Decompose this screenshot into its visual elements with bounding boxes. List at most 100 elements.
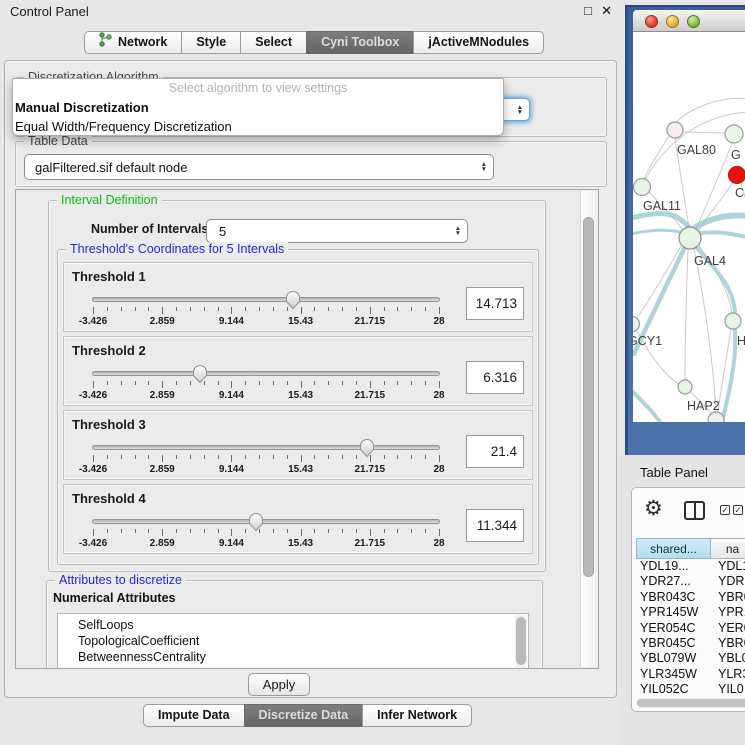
tick-mark [370, 381, 371, 388]
network-edge-highlighted[interactable] [691, 215, 745, 230]
cell-name: YPR1 [711, 605, 745, 620]
table-data-select[interactable]: galFiltered.sif default node ▲▼ [24, 154, 494, 180]
node-label: GAL4 [694, 254, 726, 268]
network-edge-highlighted[interactable] [633, 390, 660, 422]
table-row[interactable]: YDL19...YDL1 [636, 559, 745, 574]
network-node[interactable] [678, 380, 692, 394]
threshold-slider[interactable]: -3.4262.8599.14415.4321.71528 [92, 437, 440, 479]
combo-stepper-icon: ▲▼ [455, 226, 461, 236]
zoom-traffic-light-icon[interactable] [687, 15, 700, 28]
threshold-slider[interactable]: -3.4262.8599.14415.4321.71528 [92, 511, 440, 553]
threshold-value-field[interactable]: 6.316 [466, 361, 524, 394]
attribute-list-item[interactable]: TopologicalCoefficient [58, 633, 528, 649]
close-icon[interactable]: ✕ [601, 3, 612, 19]
threshold-value-field[interactable]: 14.713 [466, 287, 524, 320]
tick-mark [162, 307, 163, 314]
network-icon [99, 32, 112, 47]
table-row[interactable]: YIL052CYIL0 [636, 682, 745, 694]
tick-label: -3.426 [79, 316, 107, 327]
numerical-attributes-list[interactable]: SelfLoopsTopologicalCoefficientBetweenne… [57, 613, 529, 669]
tab-label: Select [255, 32, 292, 53]
apply-button[interactable]: Apply [248, 673, 310, 696]
network-node[interactable] [729, 167, 745, 184]
network-canvas[interactable]: GAL80GCGAL11GAL4GCY1HHAP2 [633, 32, 745, 422]
tick-mark [259, 529, 260, 533]
network-edge[interactable] [675, 98, 745, 123]
table-row[interactable]: YBR045CYBR0 [636, 636, 745, 651]
tick-mark [245, 381, 246, 385]
tick-mark [342, 529, 343, 533]
network-edge[interactable] [694, 249, 716, 412]
algorithm-option[interactable]: Manual Discretization [13, 98, 503, 117]
table-row[interactable]: YLR345WYLR3 [636, 667, 745, 682]
settings-vertical-scrollbar[interactable] [580, 191, 597, 667]
tick-mark [411, 381, 412, 385]
table-row[interactable]: YDR27...YDR2 [636, 574, 745, 589]
threshold-value-field[interactable]: 11.344 [466, 509, 524, 542]
tab-jactivemnodules[interactable]: jActiveMNodules [413, 31, 544, 54]
tick-mark [273, 455, 274, 459]
slider-track[interactable] [92, 519, 440, 524]
tab-cyni-toolbox[interactable]: Cyni Toolbox [306, 31, 414, 54]
network-node[interactable] [667, 122, 683, 138]
table-row[interactable]: YER054CYER0 [636, 621, 745, 636]
cell-shared-name: YPR145W [636, 605, 711, 620]
tick-label: 21.715 [355, 464, 386, 475]
network-node[interactable] [725, 125, 743, 143]
gear-icon[interactable]: ⚙ [644, 496, 663, 521]
network-edge[interactable] [644, 136, 669, 179]
slider-track[interactable] [92, 371, 440, 376]
table-row[interactable]: YBL079WYBL0 [636, 651, 745, 666]
table-data-selected-value: galFiltered.sif default node [35, 155, 187, 179]
control-panel-titlebar: Control Panel □ ✕ [0, 0, 620, 24]
attribute-list-item[interactable]: BetweennessCentrality [58, 649, 528, 665]
network-node[interactable] [725, 313, 741, 329]
threshold-value-field[interactable]: 21.4 [466, 435, 524, 468]
network-node[interactable] [634, 179, 651, 196]
tab-discretize-data[interactable]: Discretize Data [244, 704, 364, 727]
column-header-shared-name[interactable]: shared... [636, 538, 711, 559]
columns-icon[interactable] [684, 501, 705, 520]
network-edge[interactable] [636, 246, 681, 319]
tick-mark [287, 455, 288, 459]
threshold-slider[interactable]: -3.4262.8599.14415.4321.71528 [92, 363, 440, 405]
tick-mark [93, 381, 94, 388]
cell-name: YBL0 [711, 651, 745, 666]
column-header-name[interactable]: na [711, 538, 745, 559]
number-of-intervals-select[interactable]: 5 ▲▼ [206, 219, 468, 243]
network-node[interactable] [633, 317, 640, 332]
slider-track[interactable] [92, 297, 440, 302]
algorithm-option[interactable]: Equal Width/Frequency Discretization [13, 117, 503, 136]
attributes-list-scrollbar[interactable] [515, 615, 527, 669]
attribute-list-item[interactable]: SelfLoops [58, 617, 528, 633]
checkbox-icon[interactable]: ✓ [733, 505, 743, 515]
network-node[interactable] [708, 412, 724, 422]
tab-impute-data[interactable]: Impute Data [143, 704, 245, 727]
network-edge[interactable] [685, 249, 688, 380]
tick-mark [397, 381, 398, 385]
tab-select[interactable]: Select [240, 31, 307, 54]
table-row[interactable]: YBR043CYBR0 [636, 590, 745, 605]
tick-mark [190, 381, 191, 385]
tab-infer-network[interactable]: Infer Network [362, 704, 472, 727]
threshold-label: Threshold 2 [72, 343, 146, 358]
tick-label: 21.715 [355, 390, 386, 401]
checkbox-icon[interactable]: ✓ [720, 505, 730, 515]
threshold-slider[interactable]: -3.4262.8599.14415.4321.71528 [92, 289, 440, 331]
slider-track[interactable] [92, 445, 440, 450]
float-window-icon[interactable]: □ [584, 3, 592, 18]
table-horizontal-scrollbar[interactable] [636, 698, 745, 708]
tick-mark [121, 529, 122, 533]
tab-style[interactable]: Style [181, 31, 241, 54]
tick-mark [162, 455, 163, 462]
network-node[interactable] [679, 227, 701, 249]
table-data-group-title: Table Data [24, 134, 92, 148]
close-traffic-light-icon[interactable] [645, 15, 658, 28]
minimize-traffic-light-icon[interactable] [666, 15, 679, 28]
tick-mark [384, 455, 385, 459]
tab-network[interactable]: Network [84, 31, 182, 54]
table-row[interactable]: YPR145WYPR1 [636, 605, 745, 620]
cell-name: YDL1 [711, 559, 745, 574]
network-edge[interactable] [683, 132, 726, 133]
network-edge-highlighted[interactable] [633, 214, 691, 230]
